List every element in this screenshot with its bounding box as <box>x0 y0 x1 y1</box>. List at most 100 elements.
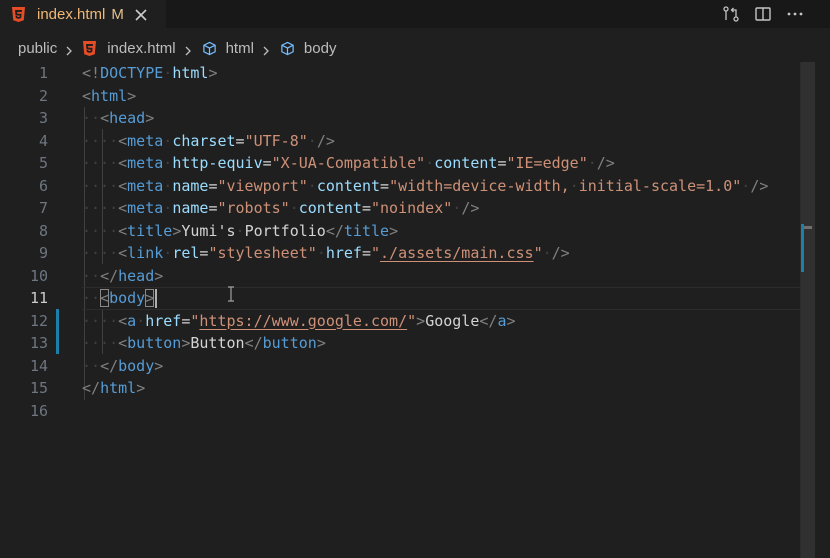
code-token: > <box>154 266 164 285</box>
vertical-scrollbar-thumb[interactable] <box>801 62 815 558</box>
breadcrumb-public[interactable]: public <box>18 40 57 57</box>
code-token: ·· <box>82 109 101 127</box>
code-line[interactable]: 9 ····<link·rel="stylesheet"·href="./asse… <box>0 242 800 265</box>
code-line[interactable]: 8 ····<title>Yumi's·Portfolio</title> <box>0 220 800 243</box>
code-token: < <box>100 109 110 127</box>
line-number: 3 <box>38 109 48 127</box>
tab-bar: index.html M <box>0 0 830 28</box>
code-token: meta <box>127 154 164 172</box>
code-line[interactable]: 5 ····<meta·http-equiv="X-UA-Compatible"·… <box>0 152 800 175</box>
code-line[interactable]: 1 <!DOCTYPE·html> <box>0 62 800 85</box>
line-content: ····<meta·name="viewport"·content="width… <box>82 175 768 198</box>
source-control-diff-icon[interactable] <box>722 5 740 23</box>
line-number: 7 <box>38 199 48 217</box>
code-token: ···· <box>82 244 119 262</box>
code-token: = <box>262 154 272 172</box>
code-line[interactable]: 13 ····<button>Button</button> <box>0 332 800 355</box>
code-line[interactable]: 3 ··<head> <box>0 107 800 130</box>
code-token: = <box>235 131 245 150</box>
code-token: · <box>163 176 173 195</box>
code-token: html <box>172 64 209 82</box>
line-content: </html> <box>82 377 145 400</box>
line-number: 2 <box>38 86 48 105</box>
code-line[interactable]: 12 ····<a·href="https://www.google.com/">… <box>0 310 800 333</box>
code-token: /> <box>596 154 615 172</box>
line-number: 8 <box>38 221 48 240</box>
code-token: </ <box>244 334 263 352</box>
code-token: head <box>109 109 146 127</box>
tab-index-html[interactable]: index.html M <box>0 0 166 28</box>
code-token: < <box>118 311 128 330</box>
code-token: /> <box>551 244 570 262</box>
code-token: > <box>145 109 155 127</box>
code-line[interactable]: 2 <html> <box>0 85 800 108</box>
code-line[interactable]: 11 ··<body> <box>0 287 800 310</box>
code-token: > <box>316 334 326 352</box>
overview-ruler-modified-mark <box>801 224 804 272</box>
code-token: > <box>145 289 155 307</box>
code-token: initial-scale=1.0" <box>578 176 742 195</box>
line-content: <!DOCTYPE·html> <box>82 62 217 85</box>
code-token: ···· <box>82 131 119 150</box>
code-token: "viewport" <box>217 176 308 195</box>
code-token: http-equiv <box>172 154 263 172</box>
code-token: < <box>82 86 92 105</box>
code-token: < <box>118 334 128 352</box>
code-token: ·· <box>82 356 101 375</box>
text-caret <box>155 289 157 308</box>
close-icon[interactable] <box>134 7 148 21</box>
code-token: charset <box>172 131 236 150</box>
code-token: "robots" <box>217 199 290 217</box>
code-token: ·· <box>82 266 101 285</box>
code-token: · <box>542 244 552 262</box>
code-token: · <box>163 131 173 150</box>
code-token: > <box>506 311 516 330</box>
code-token: > <box>416 311 426 330</box>
breadcrumb-html[interactable]: html <box>202 40 254 57</box>
breadcrumb-label: html <box>225 39 254 57</box>
code-editor[interactable]: 1 <!DOCTYPE·html> 2 <html> 3 ··<head> 4 ····<me… <box>0 62 830 558</box>
code-token: /> <box>750 176 769 195</box>
code-token: "IE=edge" <box>506 154 588 172</box>
code-line[interactable]: 14 ··</body> <box>0 355 800 378</box>
code-token: < <box>118 244 128 262</box>
code-token: ···· <box>82 176 119 195</box>
code-token: button <box>262 334 317 352</box>
line-number: 6 <box>38 176 48 195</box>
breadcrumb-body[interactable]: body <box>280 39 337 57</box>
code-token: > <box>136 379 146 397</box>
code-token: < <box>118 176 128 195</box>
code-token: "UTF-8" <box>244 131 308 150</box>
chevron-right-icon <box>183 43 193 56</box>
split-editor-icon[interactable] <box>754 5 772 23</box>
code-token: · <box>163 64 173 82</box>
symbol-element-icon <box>280 41 295 56</box>
code-token: > <box>172 221 182 240</box>
code-line[interactable]: 15 </html> <box>0 377 800 400</box>
current-line-highlight <box>82 287 800 310</box>
code-token: button <box>127 334 182 352</box>
code-token: </ <box>100 356 119 375</box>
code-token: = <box>361 199 371 217</box>
code-token: > <box>389 221 399 240</box>
code-line[interactable]: 7 ····<meta·name="robots"·content="noinde… <box>0 197 800 220</box>
breadcrumb-index-html[interactable]: index.html <box>83 40 176 57</box>
line-content: ····<title>Yumi's·Portfolio</title> <box>82 220 398 243</box>
code-token: html <box>91 86 128 105</box>
code-token: head <box>118 266 155 285</box>
code-line[interactable]: 16 <box>0 400 800 423</box>
code-token: · <box>289 199 299 217</box>
code-line[interactable]: 10 ··</head> <box>0 265 800 288</box>
code-token: < <box>118 131 128 150</box>
code-line[interactable]: 4 ····<meta·charset="UTF-8"·/> <box>0 130 800 153</box>
line-number: 9 <box>38 244 48 262</box>
code-token: · <box>136 311 146 330</box>
code-token: <! <box>82 64 101 82</box>
code-token: title <box>127 221 173 240</box>
code-line[interactable]: 6 ····<meta·name="viewport"·content="widt… <box>0 175 800 198</box>
text-cursor-icon <box>226 286 236 302</box>
code-token: a <box>127 311 137 330</box>
code-token: · <box>163 154 173 172</box>
breadcrumb-label: body <box>303 39 337 57</box>
more-actions-icon[interactable] <box>786 5 804 23</box>
